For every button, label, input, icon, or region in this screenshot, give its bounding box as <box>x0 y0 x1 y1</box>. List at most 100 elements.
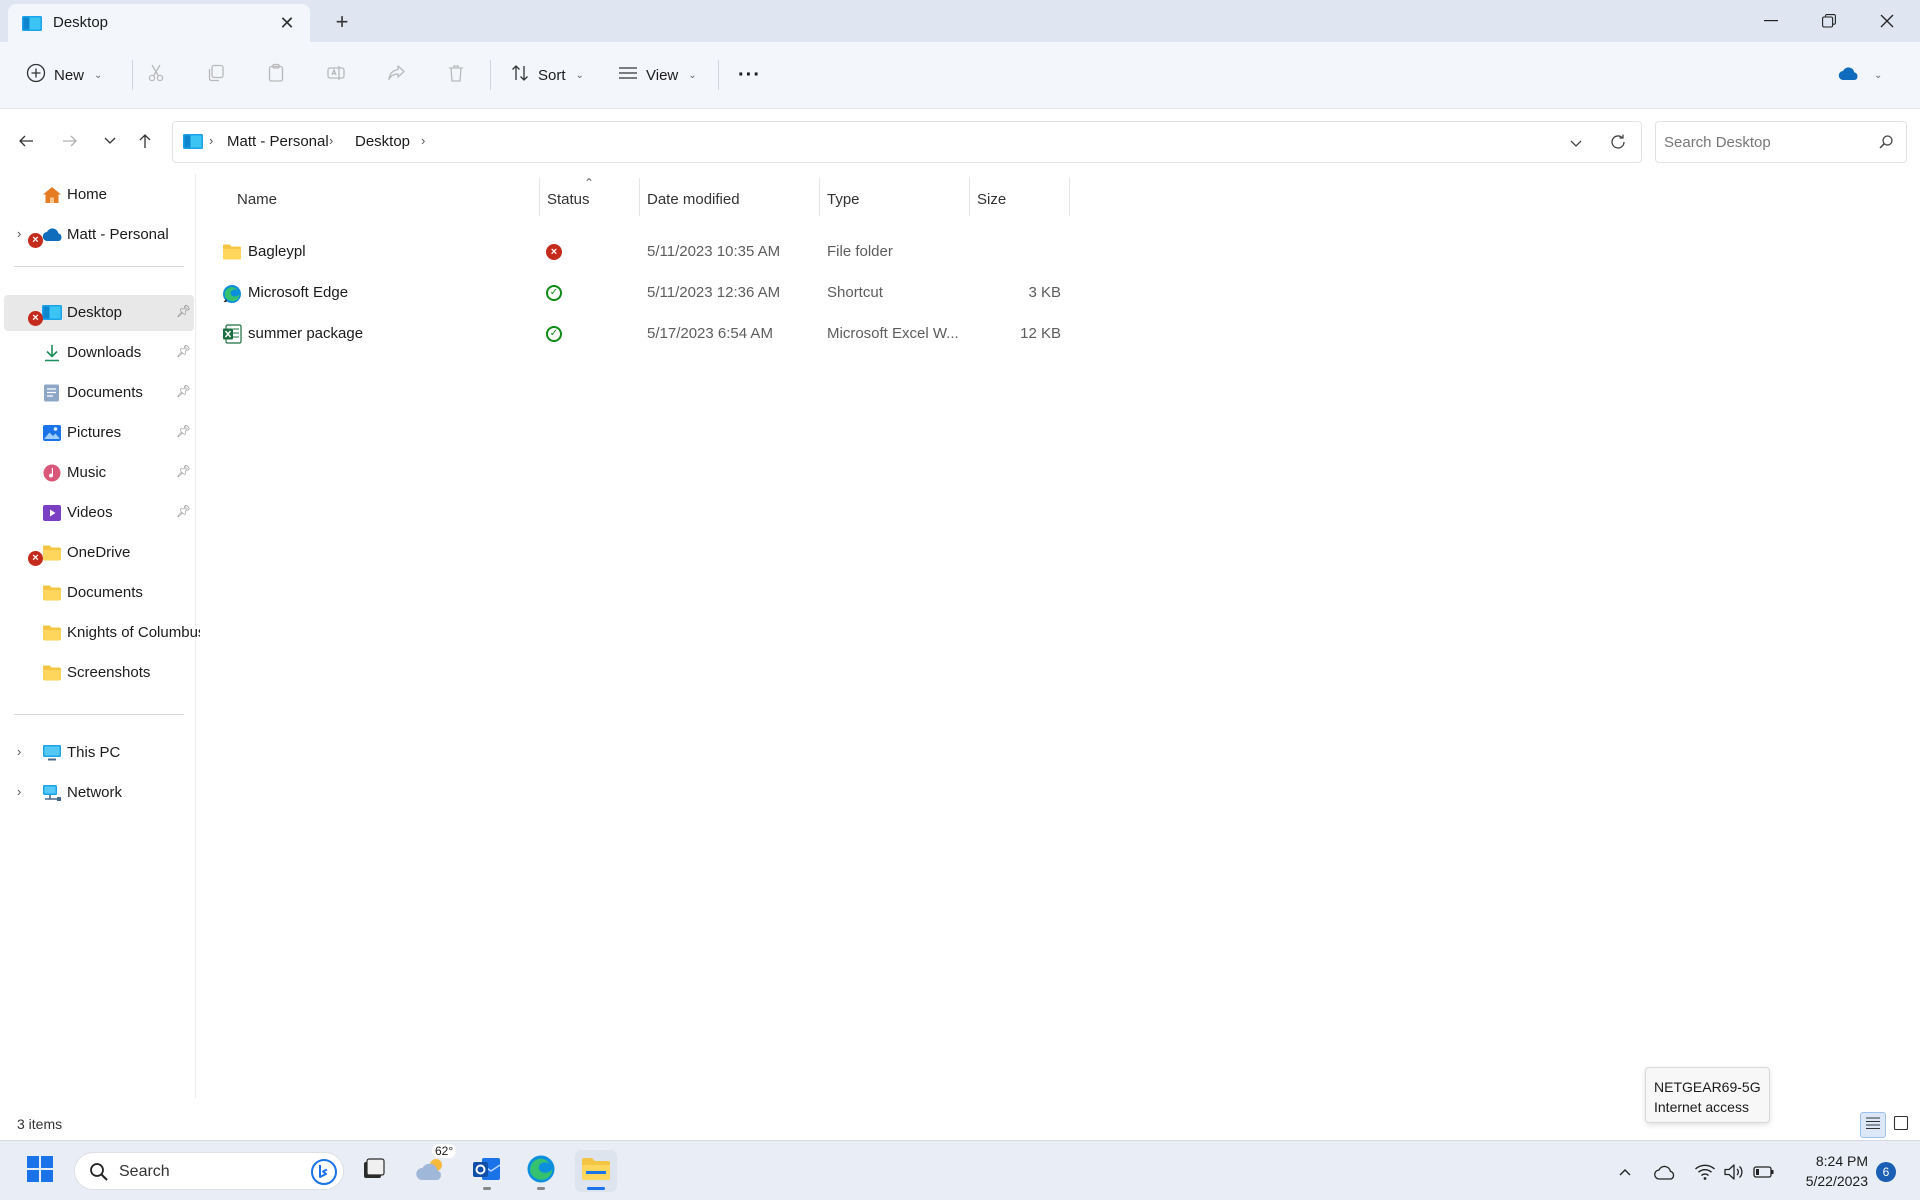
column-divider[interactable] <box>639 178 640 216</box>
onedrive-tray-icon[interactable] <box>1654 1161 1676 1183</box>
divider <box>14 266 184 267</box>
sidebar-item-home[interactable]: Home <box>4 177 194 213</box>
copy-button[interactable] <box>206 56 226 94</box>
up-button[interactable] <box>129 125 161 157</box>
sidebar-item-screenshots[interactable]: Screenshots <box>4 655 194 691</box>
delete-button[interactable] <box>446 56 466 94</box>
recent-locations-button[interactable] <box>94 125 126 157</box>
chevron-right-icon[interactable]: › <box>17 744 21 759</box>
file-explorer-taskbar-button[interactable] <box>575 1150 617 1192</box>
sidebar-item-documents[interactable]: Documents 📌︎ <box>4 375 194 411</box>
search-icon <box>89 1162 109 1186</box>
pin-icon[interactable]: 📌︎ <box>176 344 191 358</box>
desktop-icon <box>183 133 203 155</box>
forward-button[interactable] <box>54 125 86 157</box>
address-history-chevron-icon[interactable] <box>1569 136 1583 153</box>
outlook-button[interactable] <box>466 1150 508 1192</box>
back-button[interactable] <box>10 125 42 157</box>
weather-widget-button[interactable]: 62° <box>410 1144 457 1192</box>
sort-button[interactable]: Sort ⌄ <box>510 56 584 94</box>
details-view-button[interactable] <box>1860 1112 1886 1138</box>
sidebar-item-onedrive-personal[interactable]: › × Matt - Personal <box>4 217 194 253</box>
sidebar-item-pictures[interactable]: Pictures 📌︎ <box>4 415 194 451</box>
sort-icon <box>510 63 530 87</box>
table-row[interactable]: Microsoft Edge ✓ 5/11/2023 12:36 AM Shor… <box>196 274 1076 312</box>
sidebar-item-this-pc[interactable]: › This PC <box>4 735 194 771</box>
refresh-icon[interactable] <box>1609 133 1627 155</box>
battery-icon[interactable] <box>1753 1161 1775 1183</box>
column-divider[interactable] <box>1069 178 1070 216</box>
bing-chat-icon[interactable] <box>311 1159 337 1189</box>
sidebar-item-label: Downloads <box>67 344 142 361</box>
sidebar-item-onedrive-documents[interactable]: Documents <box>4 575 194 611</box>
column-header-name[interactable]: Name <box>237 182 277 216</box>
divider <box>132 60 133 90</box>
new-button[interactable]: New ⌄ <box>26 56 102 94</box>
more-options-button[interactable]: ··· <box>738 56 761 94</box>
breadcrumb-matt-personal[interactable]: Matt - Personal <box>227 133 329 150</box>
column-header-size[interactable]: Size <box>977 182 1006 216</box>
paste-button[interactable] <box>266 56 286 94</box>
new-tab-button[interactable]: + <box>328 8 356 36</box>
restore-button[interactable] <box>1800 0 1858 42</box>
pin-icon[interactable]: 📌︎ <box>176 304 191 318</box>
breadcrumb-chevron-icon[interactable]: › <box>421 133 425 148</box>
pin-icon[interactable]: 📌︎ <box>176 384 191 398</box>
breadcrumb-chevron-icon[interactable]: › <box>329 133 333 148</box>
sidebar-item-label: Pictures <box>67 424 122 441</box>
breadcrumb-desktop[interactable]: Desktop <box>355 133 410 150</box>
start-button[interactable] <box>19 1150 61 1192</box>
column-header-date-modified[interactable]: Date modified <box>647 182 740 216</box>
table-row[interactable]: Bagleypl × 5/11/2023 10:35 AM File folde… <box>196 233 1076 271</box>
sidebar-item-label: Knights of Columbus <box>67 624 200 641</box>
sidebar-item-label: Desktop <box>67 304 123 321</box>
onedrive-status-button[interactable]: ⌄ <box>1838 56 1882 94</box>
task-view-icon <box>361 1156 387 1186</box>
taskbar-search-box[interactable]: Search <box>74 1152 344 1190</box>
sidebar-item-desktop[interactable]: × Desktop 📌︎ <box>4 295 194 331</box>
search-box[interactable] <box>1655 121 1907 163</box>
rename-button[interactable] <box>326 56 346 94</box>
column-divider[interactable] <box>539 178 540 216</box>
navigation-bar: › Matt - Personal › Desktop › <box>0 109 1920 174</box>
clock-time: 8:24 PM <box>1815 1153 1868 1169</box>
pin-icon[interactable]: 📌︎ <box>176 464 191 478</box>
search-icon[interactable] <box>1878 134 1894 154</box>
volume-icon[interactable] <box>1723 1161 1745 1183</box>
search-input[interactable] <box>1664 131 1864 153</box>
tab-desktop[interactable]: Desktop ✕ <box>8 4 310 42</box>
large-icons-view-button[interactable] <box>1888 1112 1914 1138</box>
address-bar[interactable]: › Matt - Personal › Desktop › <box>172 121 1642 163</box>
notification-count-badge[interactable]: 6 <box>1876 1162 1896 1182</box>
table-row[interactable]: summer package ✓ 5/17/2023 6:54 AM Micro… <box>196 315 1076 353</box>
command-bar: New ⌄ Sort ⌄ View ⌄ ··· ⌄ <box>0 42 1920 109</box>
sidebar-item-network[interactable]: › Network <box>4 775 194 811</box>
wifi-icon[interactable] <box>1694 1161 1716 1183</box>
divider <box>490 60 491 90</box>
sidebar-item-onedrive[interactable]: × OneDrive <box>4 535 194 571</box>
sidebar-item-videos[interactable]: Videos 📌︎ <box>4 495 194 531</box>
column-divider[interactable] <box>969 178 970 216</box>
task-view-button[interactable] <box>353 1150 395 1192</box>
close-tab-icon[interactable]: ✕ <box>274 10 300 36</box>
sidebar-item-downloads[interactable]: Downloads 📌︎ <box>4 335 194 371</box>
sidebar-item-music[interactable]: Music 📌︎ <box>4 455 194 491</box>
chevron-right-icon[interactable]: › <box>17 226 21 241</box>
pin-icon[interactable]: 📌︎ <box>176 424 191 438</box>
minimize-button[interactable] <box>1742 0 1800 42</box>
pin-icon[interactable]: 📌︎ <box>176 504 191 518</box>
show-hidden-icons-chevron-icon[interactable] <box>1614 1161 1636 1183</box>
share-button[interactable] <box>386 56 406 94</box>
system-clock[interactable]: 8:24 PM 5/22/2023 <box>1792 1151 1868 1191</box>
cut-button[interactable] <box>146 56 166 94</box>
edge-taskbar-button[interactable] <box>520 1150 562 1192</box>
folder-icon <box>42 544 62 562</box>
sidebar-item-knights-of-columbus[interactable]: Knights of Columbus <box>4 615 200 651</box>
column-header-type[interactable]: Type <box>827 182 860 216</box>
chevron-right-icon[interactable]: › <box>17 784 21 799</box>
close-window-button[interactable] <box>1858 0 1916 42</box>
column-divider[interactable] <box>819 178 820 216</box>
breadcrumb-chevron-icon[interactable]: › <box>209 133 213 148</box>
folder-icon <box>222 243 242 265</box>
view-button[interactable]: View ⌄ <box>618 56 697 94</box>
